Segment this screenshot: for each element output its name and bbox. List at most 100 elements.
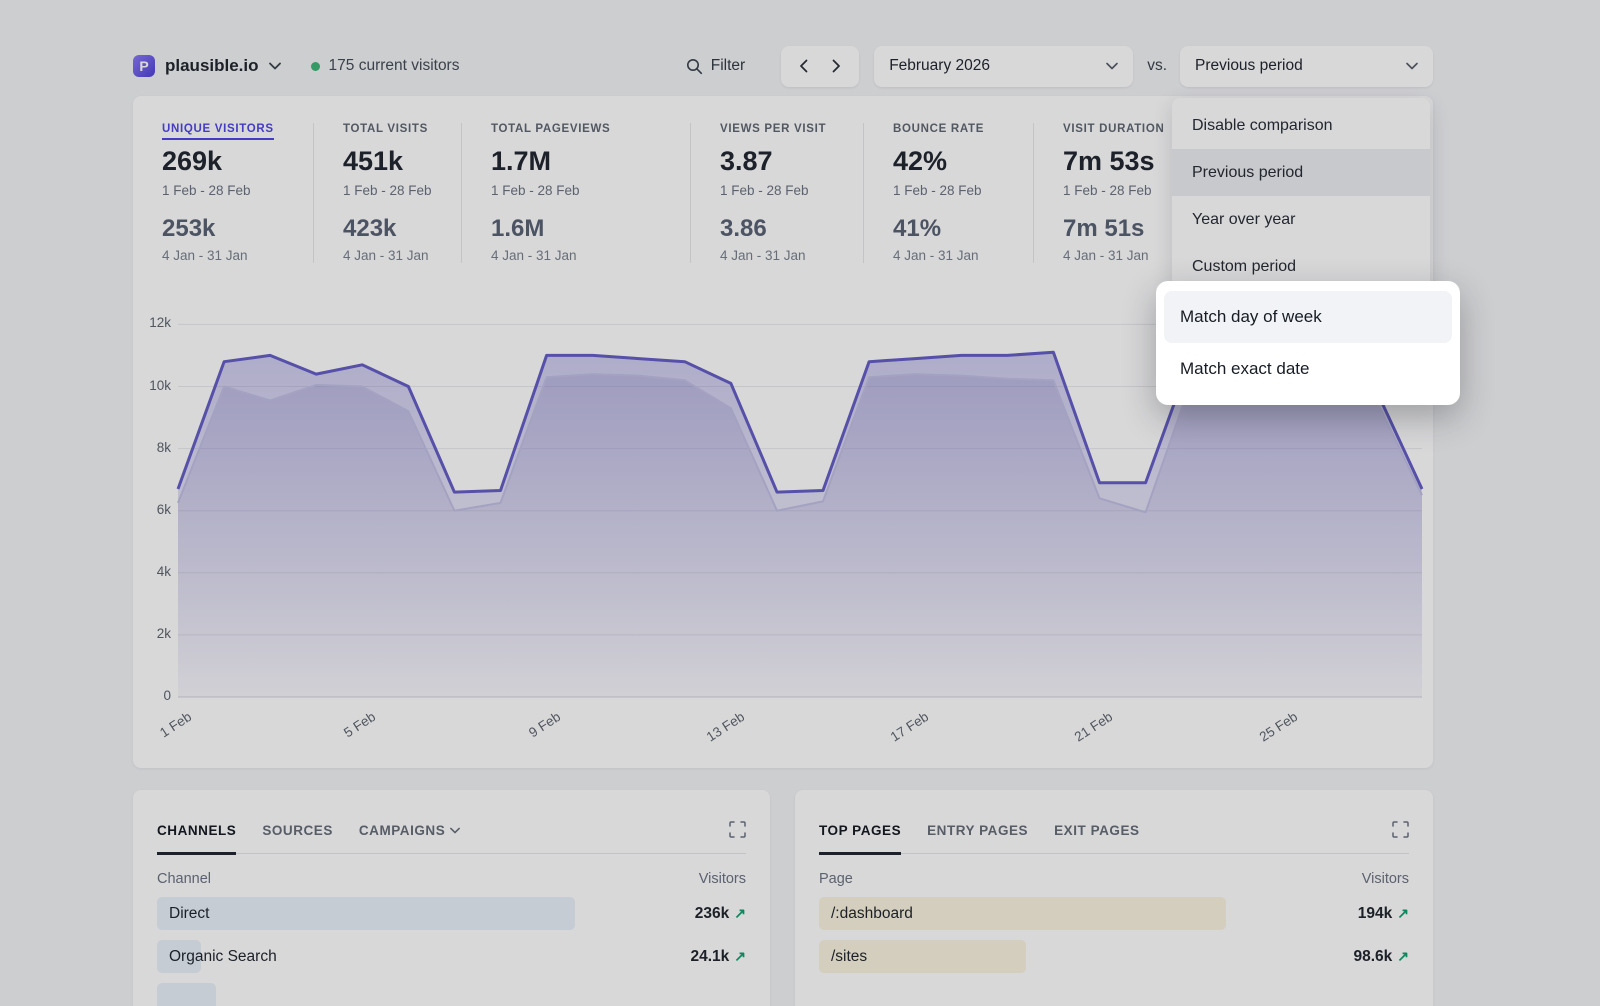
- y-axis-label: 12k: [133, 315, 171, 330]
- stat-label: UNIQUE VISITORS: [162, 123, 274, 140]
- stat-unique-visitors[interactable]: UNIQUE VISITORS 269k 1 Feb - 28 Feb 253k…: [133, 123, 313, 263]
- stat-prev-value: 3.86: [720, 215, 863, 243]
- chevron-down-icon: [450, 827, 460, 834]
- stat-period: 1 Feb - 28 Feb: [491, 183, 690, 198]
- y-axis-label: 6k: [133, 502, 171, 517]
- stat-total-pageviews[interactable]: TOTAL PAGEVIEWS 1.7M 1 Feb - 28 Feb 1.6M…: [461, 123, 690, 263]
- tab-channels[interactable]: CHANNELS: [157, 823, 236, 855]
- row-label: Organic Search: [157, 948, 277, 966]
- channels-panel: CHANNELS SOURCES CAMPAIGNS Channel Visit…: [133, 790, 770, 1006]
- live-dot-icon: [311, 62, 320, 71]
- row-value: 194k: [1358, 905, 1392, 923]
- stat-label: BOUNCE RATE: [893, 123, 984, 135]
- filter-button[interactable]: Filter: [686, 57, 745, 75]
- row-bar: [157, 983, 216, 1006]
- search-icon: [686, 58, 703, 75]
- popup-item-match-day-of-week[interactable]: Match day of week: [1164, 291, 1452, 343]
- y-axis-label: 10k: [133, 378, 171, 393]
- row-label: /:dashboard: [819, 905, 913, 923]
- row-bar: [157, 897, 575, 930]
- stat-period: 1 Feb - 28 Feb: [893, 183, 1033, 198]
- stat-label: TOTAL VISITS: [343, 123, 428, 135]
- popup-item-match-exact-date[interactable]: Match exact date: [1164, 343, 1452, 395]
- page-row-dashboard[interactable]: /:dashboard 194k ↗: [819, 897, 1409, 930]
- pages-panel: TOP PAGES ENTRY PAGES EXIT PAGES Page Vi…: [795, 790, 1433, 1006]
- stat-prev-period: 4 Jan - 31 Jan: [162, 248, 313, 263]
- stat-bounce-rate[interactable]: BOUNCE RATE 42% 1 Feb - 28 Feb 41% 4 Jan…: [863, 123, 1033, 263]
- tab-exit-pages[interactable]: EXIT PAGES: [1054, 823, 1139, 852]
- y-axis-label: 4k: [133, 564, 171, 579]
- tab-campaigns-label: CAMPAIGNS: [359, 823, 445, 838]
- trend-up-icon: ↗: [734, 905, 746, 922]
- chevron-down-icon: [1106, 62, 1118, 70]
- top-bar: P plausible.io 175 current visitors Filt…: [133, 45, 1433, 87]
- column-page: Page: [819, 871, 853, 887]
- channels-tabs: CHANNELS SOURCES CAMPAIGNS: [157, 823, 746, 854]
- channel-row-direct[interactable]: Direct 236k ↗: [157, 897, 746, 930]
- plausible-logo-icon: P: [133, 55, 155, 77]
- row-value: 24.1k: [690, 948, 729, 966]
- stat-prev-value: 41%: [893, 215, 1033, 243]
- stat-total-visits[interactable]: TOTAL VISITS 451k 1 Feb - 28 Feb 423k 4 …: [313, 123, 461, 263]
- date-range-label: February 2026: [889, 57, 990, 75]
- stat-value: 1.7M: [491, 146, 690, 177]
- date-nav-buttons: [781, 46, 859, 87]
- site-switcher[interactable]: P plausible.io: [133, 55, 281, 77]
- tab-entry-pages[interactable]: ENTRY PAGES: [927, 823, 1028, 852]
- column-visitors: Visitors: [699, 871, 746, 887]
- comparison-label: Previous period: [1195, 57, 1303, 75]
- trend-up-icon: ↗: [734, 948, 746, 965]
- comparison-menu: Disable comparison Previous period Year …: [1172, 98, 1430, 294]
- y-axis-label: 8k: [133, 440, 171, 455]
- page-row-sites[interactable]: /sites 98.6k↗: [819, 940, 1409, 973]
- row-label: Direct: [157, 905, 209, 923]
- column-visitors: Visitors: [1362, 871, 1409, 887]
- stat-value: 42%: [893, 146, 1033, 177]
- stat-value: 269k: [162, 146, 313, 177]
- pages-columns: Page Visitors: [819, 871, 1409, 887]
- chevron-down-icon: [269, 62, 281, 70]
- comparison-select[interactable]: Previous period: [1180, 46, 1433, 87]
- channel-row-partial[interactable]: [157, 983, 746, 1006]
- stat-prev-period: 4 Jan - 31 Jan: [720, 248, 863, 263]
- current-visitors[interactable]: 175 current visitors: [311, 57, 460, 75]
- site-name: plausible.io: [165, 56, 259, 76]
- expand-icon[interactable]: [1392, 821, 1409, 838]
- row-label: /sites: [819, 948, 867, 966]
- current-visitors-label: 175 current visitors: [329, 57, 460, 75]
- stat-views-per-visit[interactable]: VIEWS PER VISIT 3.87 1 Feb - 28 Feb 3.86…: [690, 123, 863, 263]
- trend-up-icon: ↗: [1397, 905, 1409, 922]
- prev-period-button[interactable]: [799, 59, 808, 73]
- column-channel: Channel: [157, 871, 211, 887]
- menu-item-disable-comparison[interactable]: Disable comparison: [1172, 102, 1430, 149]
- date-range-picker[interactable]: February 2026: [874, 46, 1133, 87]
- row-value: 236k: [695, 905, 729, 923]
- stat-label: VISIT DURATION: [1063, 123, 1164, 135]
- y-axis-label: 0: [133, 688, 171, 703]
- filter-label: Filter: [711, 57, 745, 75]
- tab-sources[interactable]: SOURCES: [262, 823, 333, 852]
- tab-top-pages[interactable]: TOP PAGES: [819, 823, 901, 855]
- stat-prev-value: 253k: [162, 215, 313, 243]
- stat-period: 1 Feb - 28 Feb: [162, 183, 313, 198]
- channels-columns: Channel Visitors: [157, 871, 746, 887]
- channel-row-organic-search[interactable]: Organic Search 24.1k ↗: [157, 940, 746, 973]
- menu-item-previous-period[interactable]: Previous period: [1172, 149, 1430, 196]
- expand-icon[interactable]: [729, 821, 746, 838]
- chevron-down-icon: [1406, 62, 1418, 70]
- stat-prev-value: 1.6M: [491, 215, 690, 243]
- stat-value: 3.87: [720, 146, 863, 177]
- tab-campaigns[interactable]: CAMPAIGNS: [359, 823, 460, 852]
- pages-tabs: TOP PAGES ENTRY PAGES EXIT PAGES: [819, 823, 1409, 854]
- stat-period: 1 Feb - 28 Feb: [720, 183, 863, 198]
- row-value: 98.6k: [1353, 948, 1392, 966]
- stat-period: 1 Feb - 28 Feb: [343, 183, 461, 198]
- stat-prev-value: 423k: [343, 215, 461, 243]
- stat-value: 451k: [343, 146, 461, 177]
- stat-label: TOTAL PAGEVIEWS: [491, 123, 610, 135]
- next-period-button[interactable]: [832, 59, 841, 73]
- match-popup: Match day of week Match exact date: [1156, 281, 1460, 405]
- y-axis-label: 2k: [133, 626, 171, 641]
- stat-prev-period: 4 Jan - 31 Jan: [343, 248, 461, 263]
- menu-item-year-over-year[interactable]: Year over year: [1172, 196, 1430, 243]
